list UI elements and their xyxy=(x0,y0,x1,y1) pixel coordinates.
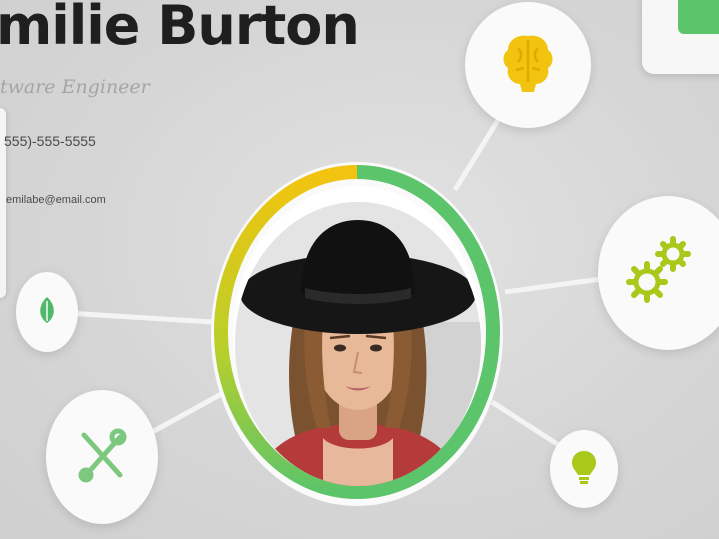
top-right-green-button[interactable] xyxy=(678,0,719,34)
profile-phone: 555)-555-5555 xyxy=(4,133,96,149)
tools-icon xyxy=(76,427,128,487)
profile-photo xyxy=(235,202,481,486)
brain-node[interactable] xyxy=(465,2,591,128)
lightbulb-icon xyxy=(571,449,597,489)
profile-role: tware Engineer xyxy=(0,76,150,98)
brain-icon xyxy=(500,32,556,98)
top-right-card xyxy=(642,0,719,74)
tools-node[interactable] xyxy=(46,390,158,524)
lightbulb-node[interactable] xyxy=(550,430,618,508)
leaf-node[interactable] xyxy=(16,272,78,352)
gears-icon xyxy=(623,232,695,314)
leaf-icon xyxy=(36,295,58,329)
profile-name: milie Burton xyxy=(0,0,360,57)
profile-email: emilabe@email.com xyxy=(6,194,106,206)
